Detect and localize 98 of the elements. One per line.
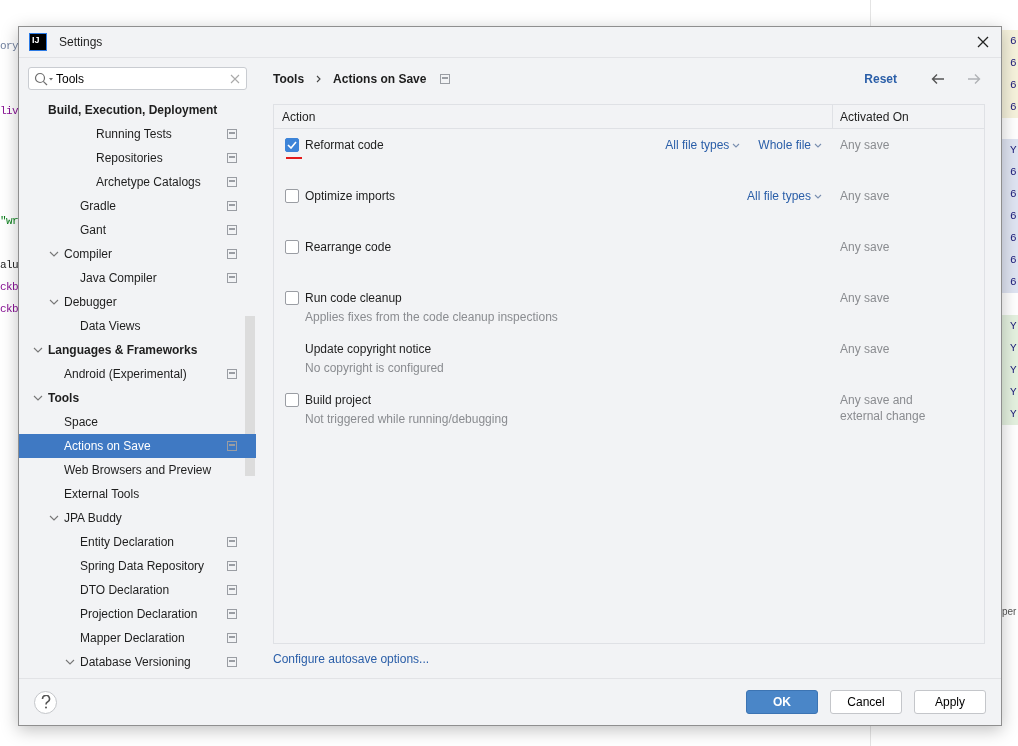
app-logo: IJ xyxy=(29,33,47,51)
code-text: 6 xyxy=(1009,253,1018,268)
chevron-down-icon[interactable] xyxy=(33,395,43,401)
action-description: Applies fixes from the code cleanup inspections xyxy=(305,309,559,325)
code-text: "wr xyxy=(0,214,18,229)
code-text: ckb xyxy=(0,302,18,317)
checkbox[interactable] xyxy=(285,393,299,407)
dropdown-link[interactable]: All file types xyxy=(665,136,741,154)
code-text: Y xyxy=(1009,363,1018,378)
dialog-button[interactable]: Cancel xyxy=(830,690,902,714)
tree-item[interactable]: Mapper Declaration xyxy=(19,626,256,650)
checkbox[interactable] xyxy=(285,240,299,254)
action-label: Run code cleanup xyxy=(305,290,402,307)
tree-item[interactable]: Data Views xyxy=(19,314,256,338)
column-header: Action xyxy=(281,109,317,126)
code-text: 6 xyxy=(1009,165,1018,180)
dropdown-link[interactable]: Whole file xyxy=(758,136,822,154)
tree-item[interactable]: Gradle xyxy=(19,194,256,218)
clear-icon[interactable] xyxy=(230,74,240,84)
code-text: 6 xyxy=(1009,187,1018,202)
tree-item[interactable]: Gant xyxy=(19,218,256,242)
tree-item[interactable]: Database Versioning xyxy=(19,650,256,674)
chevron-down-icon[interactable] xyxy=(49,299,59,305)
window-title: Settings xyxy=(59,34,103,51)
checkbox[interactable] xyxy=(285,291,299,305)
column-header: Activated On xyxy=(832,105,984,128)
chevron-down-icon[interactable] xyxy=(65,659,75,665)
search-field[interactable]: Tools xyxy=(28,67,247,90)
activation-text: Any save xyxy=(840,239,891,255)
close-button[interactable] xyxy=(975,34,991,50)
tree-item[interactable]: Archetype Catalogs xyxy=(19,170,256,194)
ok-button[interactable]: OK xyxy=(746,690,818,714)
checkbox[interactable] xyxy=(285,189,299,203)
tree-item[interactable]: Debugger xyxy=(19,290,256,314)
dialog-button[interactable]: Apply xyxy=(914,690,986,714)
window-icon xyxy=(440,74,451,84)
action-label: Build project xyxy=(305,392,372,409)
tree-item[interactable]: JPA Buddy xyxy=(19,506,256,530)
search-icon xyxy=(34,72,54,86)
activation-text: Any save and external change xyxy=(840,392,927,424)
question-mark-icon xyxy=(40,695,51,709)
dropdown-link[interactable]: All file types xyxy=(746,187,822,205)
tree-item[interactable]: Languages & Frameworks xyxy=(19,338,256,362)
tree-item[interactable]: Space xyxy=(19,410,256,434)
action-label: Update copyright notice xyxy=(305,341,432,358)
tree-item[interactable]: Repositories xyxy=(19,146,256,170)
chevron-down-icon[interactable] xyxy=(33,347,43,353)
code-text: 6 xyxy=(1009,78,1018,93)
tree-item[interactable]: Spring Data Repository xyxy=(19,554,256,578)
code-text: ckb xyxy=(0,280,18,295)
checkbox[interactable] xyxy=(285,138,299,152)
code-text: per xyxy=(1002,605,1017,619)
chevron-down-icon xyxy=(814,142,822,148)
code-text: Y xyxy=(1009,385,1018,400)
tree-item[interactable]: DTO Declaration xyxy=(19,578,256,602)
tree-item[interactable]: External Tools xyxy=(19,482,256,506)
code-text: ory xyxy=(0,39,18,54)
tree-item[interactable]: Entity Declaration xyxy=(19,530,256,554)
code-text: Y xyxy=(1009,319,1018,334)
activation-text: Any save xyxy=(840,188,891,204)
chevron-down-icon xyxy=(732,142,741,148)
action-description: Not triggered while running/debugging xyxy=(305,411,509,427)
code-text: 6 xyxy=(1009,231,1018,246)
code-text: alu xyxy=(0,258,18,273)
activation-text: Any save xyxy=(840,341,891,357)
code-text: 6 xyxy=(1009,34,1018,49)
breadcrumb-item: Actions on Save xyxy=(333,71,427,88)
chevron-right-icon xyxy=(316,75,322,83)
action-label: Optimize imports xyxy=(305,188,396,205)
code-text: 6 xyxy=(1009,275,1018,290)
tree-item[interactable]: Compiler xyxy=(19,242,256,266)
action-label: Rearrange code xyxy=(305,239,392,256)
tree-item[interactable]: Android (Experimental) xyxy=(19,362,256,386)
action-description: No copyright is configured xyxy=(305,360,445,376)
breadcrumb-item: Tools xyxy=(273,71,305,88)
code-text: liv xyxy=(0,104,18,119)
activation-text: Any save xyxy=(840,137,891,153)
reset-link[interactable]: Reset xyxy=(864,70,897,88)
autosave-link[interactable]: Configure autosave options... xyxy=(273,650,430,668)
tree-item[interactable]: Running Tests xyxy=(19,122,256,146)
tree-item[interactable]: Java Compiler xyxy=(19,266,256,290)
chevron-down-icon[interactable] xyxy=(49,251,59,257)
tree-item[interactable]: Actions on Save xyxy=(19,434,256,458)
chevron-down-icon xyxy=(814,193,822,199)
tree-item[interactable]: Web Browsers and Preview xyxy=(19,458,256,482)
activation-text: Any save xyxy=(840,290,891,306)
code-text: Y xyxy=(1009,341,1018,356)
tree-item[interactable]: Tools xyxy=(19,386,256,410)
help-button[interactable] xyxy=(34,690,57,714)
code-text: Y xyxy=(1009,407,1018,422)
action-label: Reformat code xyxy=(305,137,384,154)
code-text: 6 xyxy=(1009,209,1018,224)
code-text: 6 xyxy=(1009,100,1018,115)
tree-item[interactable]: Build, Execution, Deployment xyxy=(19,98,256,122)
tree-item[interactable]: Projection Declaration xyxy=(19,602,256,626)
code-text: 6 xyxy=(1009,56,1018,71)
chevron-down-icon[interactable] xyxy=(49,515,59,521)
code-text: Y xyxy=(1009,143,1018,158)
